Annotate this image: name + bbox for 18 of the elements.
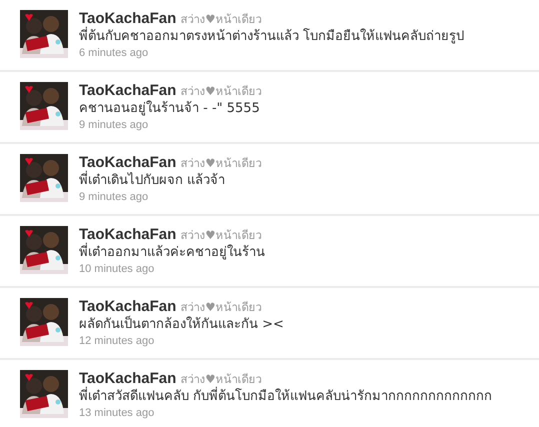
tweet-text: พี่เต๋าสวัสดีแฟนคลับ กับพี่ต้นโบกมือให้แฟนคลับน่ารักมากกกกกกกกกกกกก (79, 389, 492, 405)
tweet-text: พี่ต้นกับคชาออกมาตรงหน้าต่างร้านแล้ว โบกมือยืนให้แฟนคลับถ่ายรูป (79, 29, 464, 45)
user-name[interactable]: TaoKachaFan (79, 226, 176, 244)
user-name[interactable]: TaoKachaFan (79, 154, 176, 172)
user-name[interactable]: TaoKachaFan (79, 370, 176, 388)
tweet-text: ผลัดกันเป็นตากล้องให้กันและกัน >< (79, 317, 284, 333)
user-name[interactable]: TaoKachaFan (79, 82, 176, 100)
user-handle: สว่าง♥หน้าเดียว (180, 373, 262, 386)
tweet-text: พี่เต๋าเดินไปกับผจก แล้วจ้า (79, 173, 262, 189)
user-name[interactable]: TaoKachaFan (79, 298, 176, 316)
user-handle: สว่าง♥หน้าเดียว (180, 301, 262, 315)
tweet-text: คชานอนอยู่ในร้านจ้า - -" 5555 (79, 101, 261, 117)
user-handle: สว่าง♥หน้าเดียว (180, 157, 262, 170)
tweet-text: พี่เต๋าออกมาแล้วค่ะคชาอยู่ในร้าน (79, 245, 265, 261)
user-name[interactable]: TaoKachaFan (79, 10, 176, 28)
user-handle: สว่าง♥หน้าเดียว (180, 85, 262, 99)
user-handle: สว่าง♥หน้าเดียว (180, 229, 262, 242)
user-handle: สว่าง♥หน้าเดียว (180, 13, 262, 26)
